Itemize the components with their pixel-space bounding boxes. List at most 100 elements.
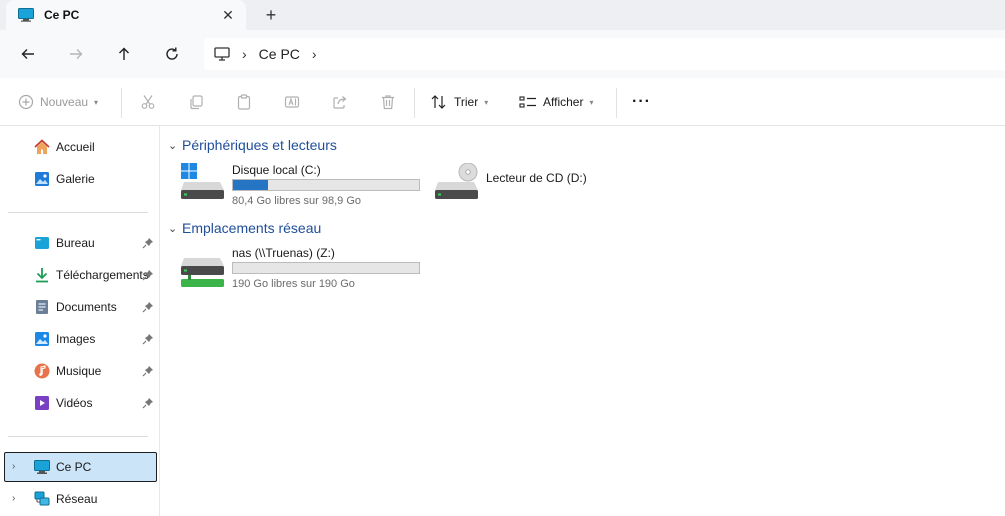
sidebar-item-label: Documents <box>56 300 117 314</box>
sidebar-item-documents[interactable]: Documents <box>0 292 160 322</box>
arrow-left-icon <box>21 49 34 59</box>
more-options-button[interactable]: ··· <box>632 90 651 114</box>
view-button[interactable]: Afficher ▾ <box>519 90 593 114</box>
pin-icon[interactable] <box>142 365 154 377</box>
cd-drive-icon <box>435 163 478 199</box>
documents-icon <box>36 300 48 314</box>
plus-circle-icon <box>18 94 34 110</box>
copy-button[interactable] <box>188 90 204 114</box>
sort-button[interactable]: Trier ▾ <box>430 90 488 114</box>
computer-outline-icon <box>214 47 230 61</box>
drive-name: Disque local (C:) <box>232 163 321 177</box>
group-title: Emplacements réseau <box>182 220 322 236</box>
chevron-down-icon[interactable]: ⌄ <box>168 139 182 152</box>
sidebar-item-label: Musique <box>56 364 102 378</box>
drive-name: Lecteur de CD (D:) <box>486 171 587 185</box>
drive-item-d[interactable]: Lecteur de CD (D:) <box>434 163 684 213</box>
drive-free-space: 80,4 Go libres sur 98,9 Go <box>232 195 362 207</box>
sidebar-item-bureau[interactable]: Bureau <box>0 228 160 258</box>
computer-icon <box>34 460 50 474</box>
sidebar-item-galerie[interactable]: Galerie <box>0 164 160 194</box>
tab-title: Ce PC <box>44 8 80 22</box>
new-tab-button[interactable]: + <box>260 4 282 26</box>
toolbar-divider <box>121 88 122 118</box>
new-button[interactable]: Nouveau ▾ <box>18 90 98 114</box>
chevron-right-icon[interactable]: › <box>12 461 15 472</box>
sidebar-item-images[interactable]: Images <box>0 324 160 354</box>
refresh-icon <box>166 47 178 60</box>
new-button-label: Nouveau <box>40 95 89 109</box>
pictures-icon <box>35 332 49 346</box>
pin-icon[interactable] <box>142 333 154 345</box>
breadcrumb-ce-pc[interactable]: Ce PC <box>259 46 300 62</box>
group-header-network[interactable]: ⌄ Emplacements réseau <box>168 220 321 236</box>
drive-usage-fill <box>233 180 268 190</box>
pin-icon[interactable] <box>142 269 154 281</box>
sidebar-divider <box>8 212 148 213</box>
toolbar-divider <box>414 88 415 118</box>
breadcrumb-separator[interactable]: › <box>312 46 317 62</box>
pin-icon[interactable] <box>142 301 154 313</box>
chevron-down-icon: ▾ <box>589 97 594 107</box>
toolbar-divider <box>616 88 617 118</box>
sidebar-item-ce-pc[interactable]: › Ce PC <box>4 452 157 482</box>
close-tab-button[interactable]: ✕ <box>218 5 238 25</box>
sidebar-item-videos[interactable]: Vidéos <box>0 388 160 418</box>
view-list-icon <box>519 96 536 108</box>
music-icon <box>34 363 50 379</box>
drive-item-z[interactable]: nas (\\Truenas) (Z:) 190 Go libres sur 1… <box>180 246 430 296</box>
back-button[interactable] <box>14 40 42 68</box>
chevron-down-icon: ▾ <box>94 97 99 107</box>
group-header-devices[interactable]: ⌄ Périphériques et lecteurs <box>168 137 337 153</box>
sidebar-item-label: Images <box>56 332 96 346</box>
drive-usage-bar <box>232 179 420 191</box>
cut-button[interactable] <box>140 90 156 114</box>
sidebar-item-telechargements[interactable]: Téléchargements <box>0 260 160 290</box>
sidebar-item-label: Vidéos <box>56 396 93 410</box>
navigation-bar: › Ce PC › <box>0 30 1005 78</box>
gallery-icon <box>35 172 49 186</box>
breadcrumb-separator: › <box>242 46 247 62</box>
arrow-up-icon <box>119 47 129 60</box>
videos-icon <box>35 396 49 410</box>
drive-item-c[interactable]: Disque local (C:) 80,4 Go libres sur 98,… <box>180 163 430 213</box>
rename-button[interactable] <box>284 90 300 114</box>
system-drive-icon <box>181 163 224 199</box>
tab-ce-pc[interactable]: Ce PC ✕ <box>6 0 246 30</box>
sidebar-item-reseau[interactable]: › Réseau <box>0 484 160 514</box>
address-bar[interactable]: › Ce PC › <box>204 38 1005 70</box>
network-drive-icon <box>181 258 224 287</box>
scissors-icon <box>141 95 155 109</box>
trash-icon <box>382 95 394 110</box>
sort-button-label: Trier <box>454 95 479 109</box>
sidebar-item-label: Réseau <box>56 492 98 506</box>
share-button[interactable] <box>332 90 348 114</box>
computer-icon <box>18 8 34 22</box>
up-button[interactable] <box>110 40 138 68</box>
chevron-down-icon: ▾ <box>484 97 489 107</box>
delete-button[interactable] <box>380 90 396 114</box>
navigation-pane: Accueil Galerie Bureau Téléchargements D… <box>0 126 160 516</box>
group-title: Périphériques et lecteurs <box>182 137 337 153</box>
refresh-button[interactable] <box>158 40 186 68</box>
sidebar-divider <box>8 436 148 437</box>
sidebar-item-musique[interactable]: Musique <box>0 356 160 386</box>
drive-free-space: 190 Go libres sur 190 Go <box>232 278 355 290</box>
pin-icon[interactable] <box>142 397 154 409</box>
home-icon <box>34 139 50 154</box>
sidebar-item-accueil[interactable]: Accueil <box>0 132 160 162</box>
command-bar: Nouveau ▾ Trier ▾ Afficher ▾ ··· <box>0 78 1005 126</box>
sidebar-item-label: Accueil <box>56 140 95 154</box>
copy-icon <box>190 95 203 110</box>
chevron-right-icon[interactable]: › <box>12 493 15 504</box>
tab-bar: Ce PC ✕ + <box>0 0 1005 30</box>
view-button-label: Afficher <box>543 95 584 109</box>
arrow-right-icon <box>70 49 83 59</box>
forward-button[interactable] <box>62 40 90 68</box>
chevron-down-icon[interactable]: ⌄ <box>168 222 182 235</box>
paste-button[interactable] <box>236 90 252 114</box>
network-icon <box>34 491 50 506</box>
sort-icon <box>431 95 446 109</box>
desktop-folder-icon <box>35 237 49 249</box>
pin-icon[interactable] <box>142 237 154 249</box>
